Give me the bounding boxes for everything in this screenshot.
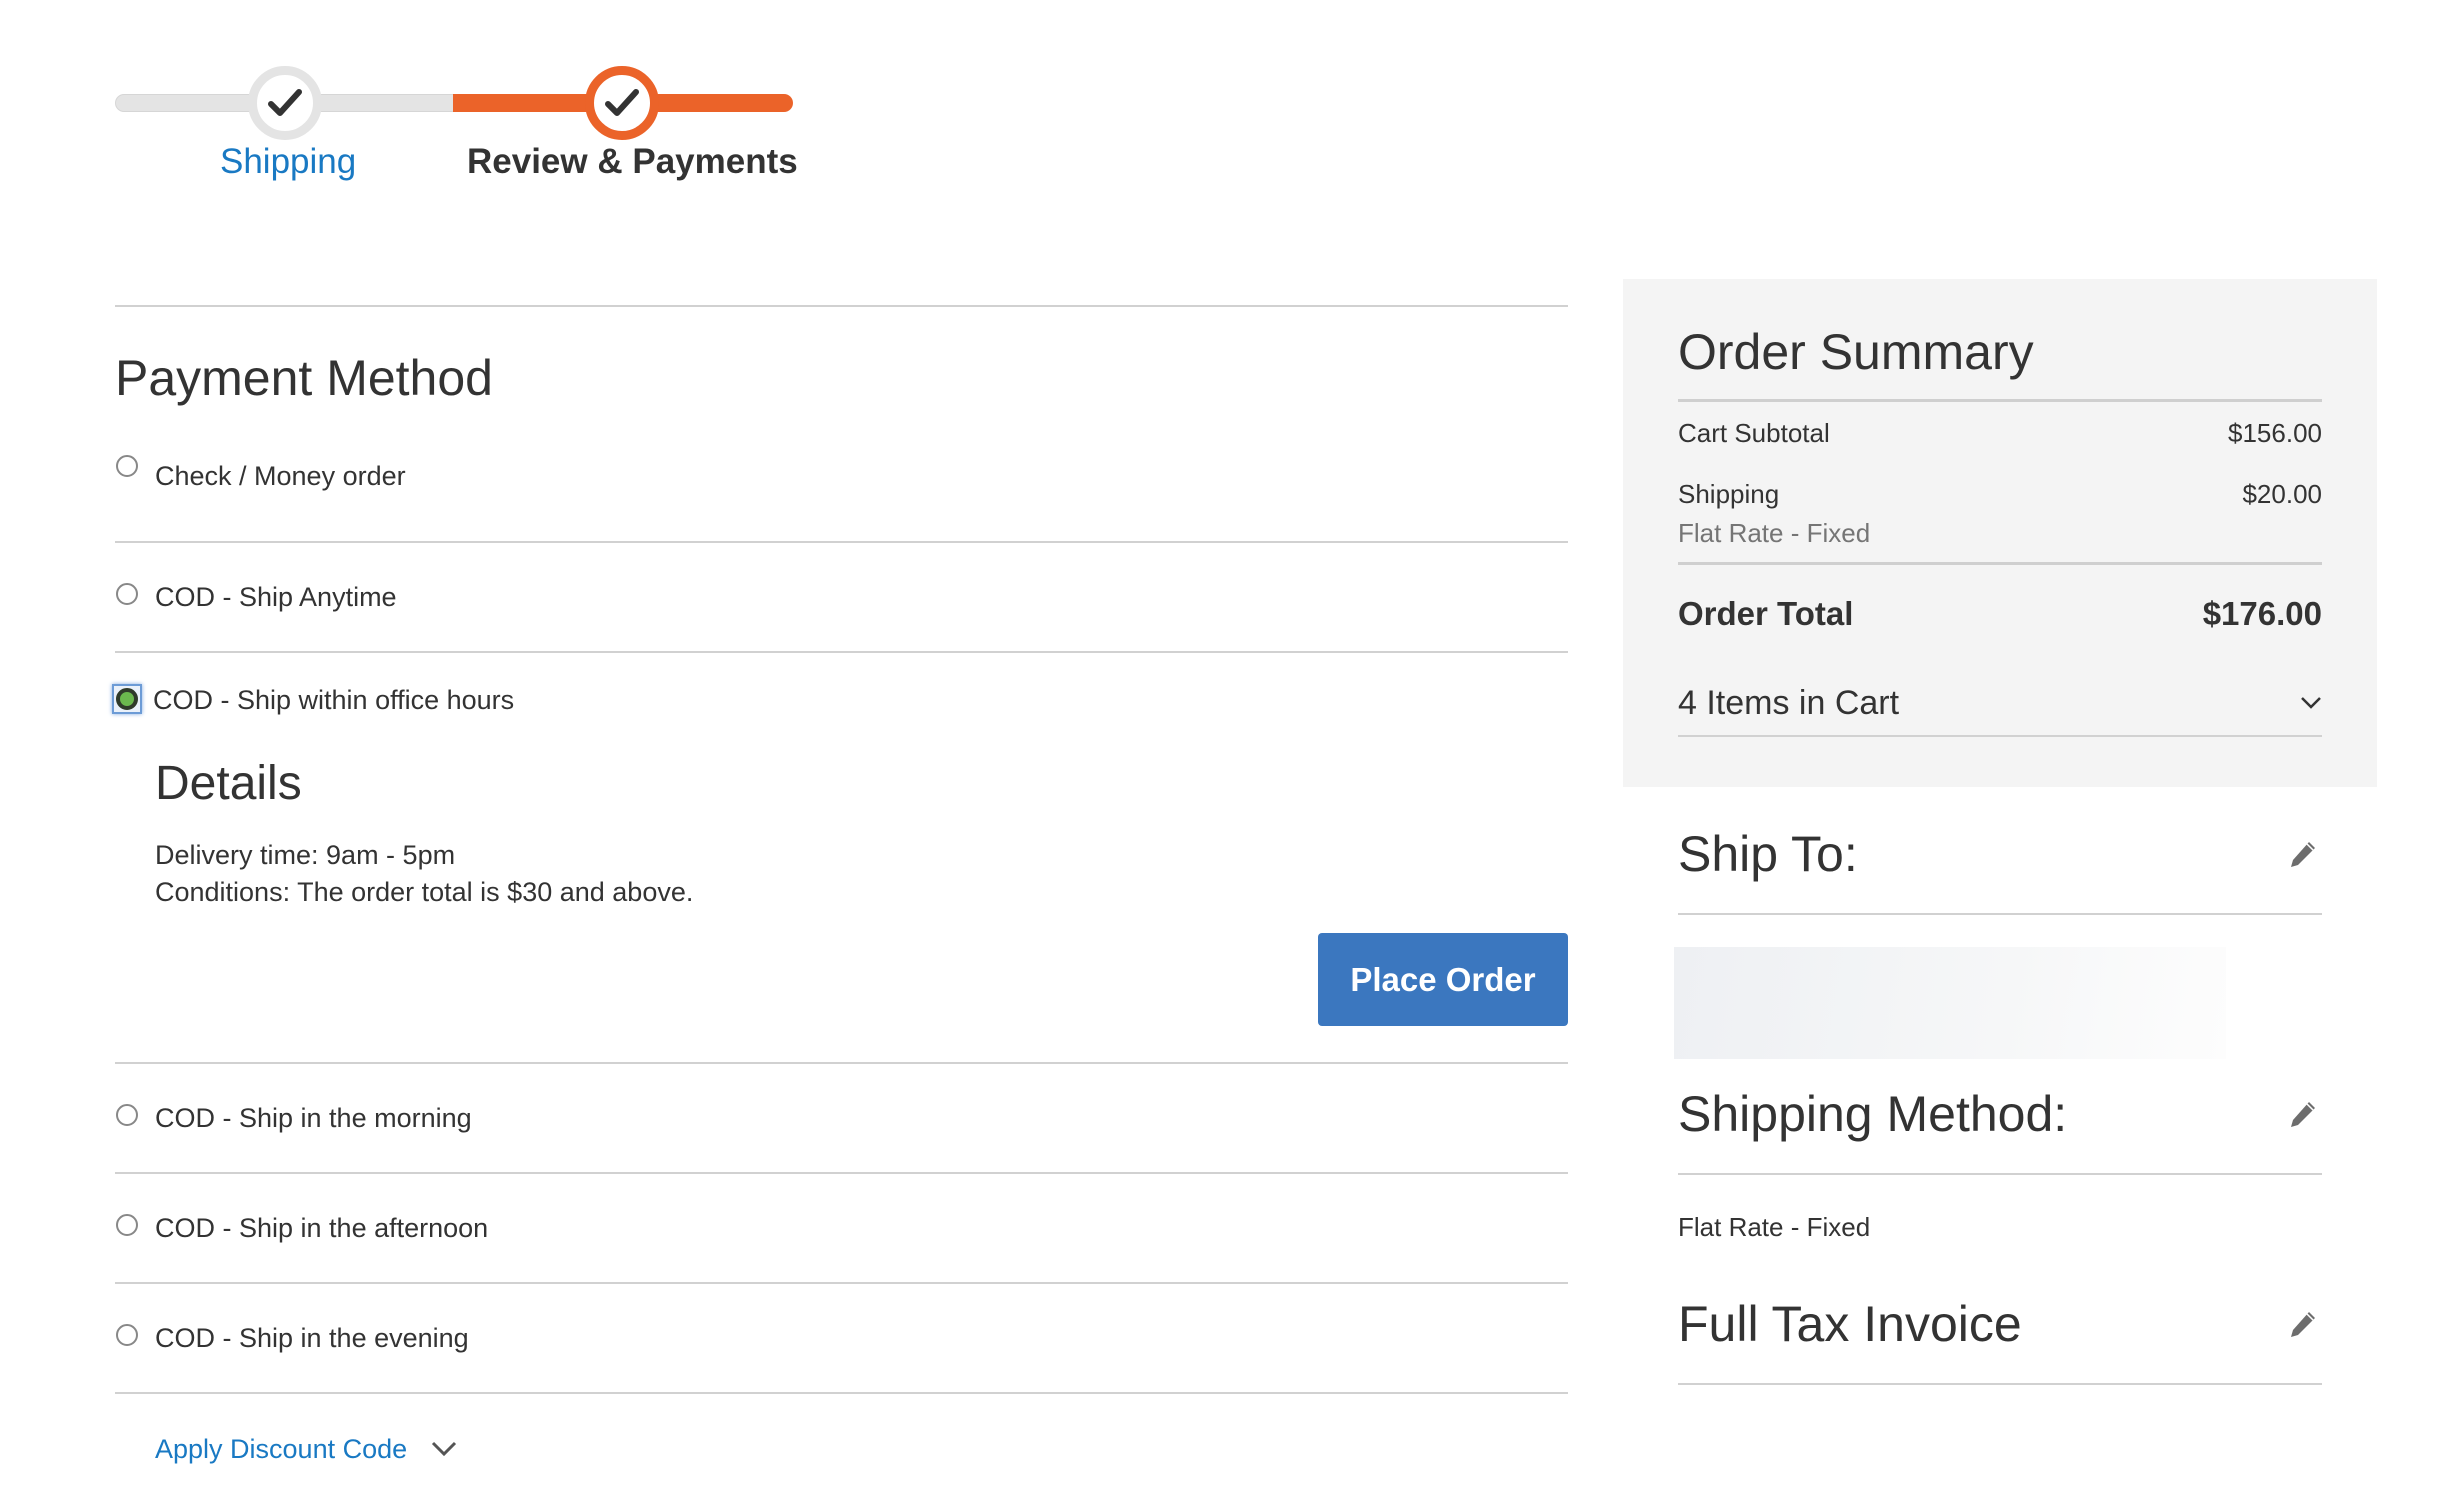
ship-to-header: Ship To: [1678,795,2322,915]
radio-button-selected[interactable] [116,687,138,710]
step-shipping-indicator [248,66,322,140]
details-title: Details [155,757,302,810]
items-in-cart-toggle[interactable]: 4 Items in Cart [1678,677,2322,737]
payment-method-title: Payment Method [115,350,493,406]
cart-subtotal-row: Cart Subtotal $156.00 [1678,418,2322,449]
order-summary-panel: Order Summary Cart Subtotal $156.00 Ship… [1623,279,2377,787]
payment-option-label[interactable]: COD - Ship Anytime [155,582,397,613]
shipping-row: Shipping $20.00 [1678,479,2322,510]
payment-option-header[interactable]: COD - Ship within office hours [112,653,1568,748]
order-total-row: Order Total $176.00 [1678,595,2322,633]
step-review-payments-label: Review & Payments [467,142,798,181]
address-loading-placeholder [1674,947,2226,1059]
radio-button[interactable] [116,1104,138,1126]
divider [115,305,1568,307]
apply-discount-toggle[interactable]: Apply Discount Code [115,1394,1568,1504]
order-total-label: Order Total [1678,595,1854,632]
payment-option-cod-evening[interactable]: COD - Ship in the evening [115,1284,1568,1394]
shipping-method-section: Shipping Method: [1678,1055,2322,1175]
payment-details: Details Delivery time: 9am - 5pm Conditi… [115,756,1568,911]
shipping-value: $20.00 [2242,479,2322,509]
edit-pencil-icon[interactable] [2288,839,2318,869]
radio-button[interactable] [116,1324,138,1346]
delivery-time-text: Delivery time: 9am - 5pm [155,840,456,870]
cart-subtotal-value: $156.00 [2228,418,2322,448]
payment-option-label[interactable]: COD - Ship in the afternoon [155,1213,488,1244]
items-in-cart-label[interactable]: 4 Items in Cart [1678,684,1899,723]
payment-option-cod-morning[interactable]: COD - Ship in the morning [115,1064,1568,1174]
radio-focus-ring[interactable] [112,683,142,714]
tax-invoice-section: Full Tax Invoice [1678,1265,2322,1385]
tax-invoice-title: Full Tax Invoice [1678,1296,2022,1352]
radio-button[interactable] [116,1214,138,1236]
payment-option-cod-office-hours: COD - Ship within office hours Details D… [112,653,1568,1064]
payment-option-cod-anytime[interactable]: COD - Ship Anytime [115,543,1568,653]
shipping-method-header: Shipping Method: [1678,1055,2322,1175]
checkmark-icon [605,89,639,116]
checkout-progress-bar: Shipping Review & Payments [115,30,798,181]
radio-button[interactable] [116,455,138,477]
conditions-text: Conditions: The order total is $30 and a… [155,877,694,907]
payment-option-label[interactable]: COD - Ship in the evening [155,1323,469,1354]
checkmark-icon [268,89,302,116]
payment-option-label[interactable]: Check / Money order [155,461,406,492]
step-shipping-link[interactable]: Shipping [220,142,356,182]
shipping-label: Shipping [1678,479,1780,509]
payment-option-label[interactable]: COD - Ship in the morning [155,1103,472,1134]
radio-button[interactable] [116,583,138,605]
chevron-down-icon[interactable] [2300,696,2322,710]
actions-toolbar: Place Order [115,933,1568,1026]
payment-method-section: Payment Method Check / Money order COD -… [112,305,1568,1504]
payment-option-cod-afternoon[interactable]: COD - Ship in the afternoon [115,1174,1568,1284]
ship-to-title: Ship To: [1678,826,1858,882]
order-summary-title: Order Summary [1678,323,2322,402]
shipping-method-value: Flat Rate - Fixed [1678,1212,1871,1242]
payment-option-check-money-order[interactable]: Check / Money order [115,441,1568,543]
apply-discount-link[interactable]: Apply Discount Code [155,1434,407,1465]
tax-invoice-header: Full Tax Invoice [1678,1265,2322,1385]
payment-option-label[interactable]: COD - Ship within office hours [153,685,514,716]
step-review-indicator [585,66,659,140]
edit-pencil-icon[interactable] [2288,1309,2318,1339]
edit-pencil-icon[interactable] [2288,1099,2318,1129]
cart-subtotal-label: Cart Subtotal [1678,418,1830,448]
shipping-method-title: Shipping Method: [1678,1086,2068,1142]
chevron-down-icon[interactable] [431,1441,457,1457]
ship-to-section: Ship To: [1678,795,2322,915]
place-order-button[interactable]: Place Order [1318,933,1568,1026]
shipping-method-name: Flat Rate - Fixed [1678,518,2322,565]
order-total-value: $176.00 [2202,595,2322,632]
